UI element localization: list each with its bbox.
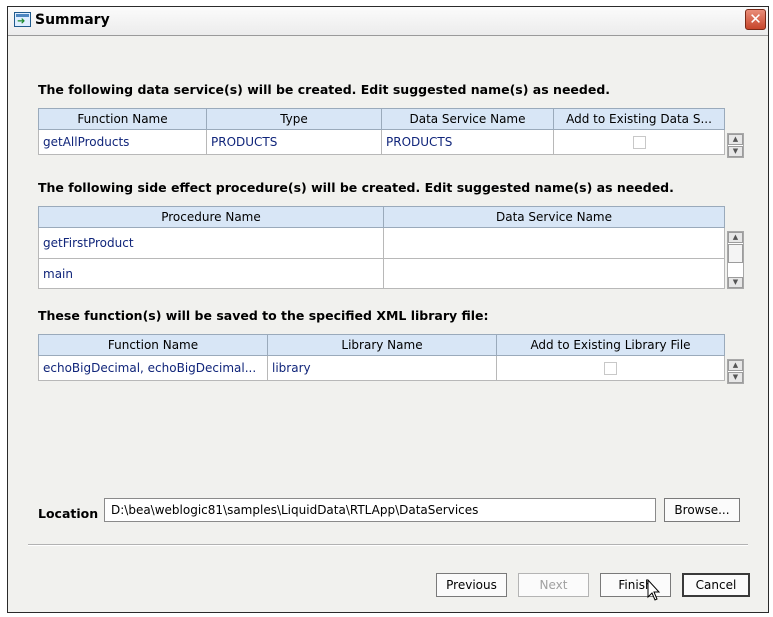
column-header-type[interactable]: Type <box>206 108 382 130</box>
library-heading: These function(s) will be saved to the s… <box>38 308 489 323</box>
cancel-button[interactable]: Cancel <box>682 573 750 597</box>
column-header-function-name[interactable]: Function Name <box>38 108 207 130</box>
library-table: Function Name Library Name Add to Existi… <box>38 334 725 381</box>
add-existing-cell[interactable] <box>553 129 725 155</box>
column-header-add-existing[interactable]: Add to Existing Data S... <box>553 108 725 130</box>
close-button[interactable]: ✕ <box>745 9 766 30</box>
scroll-down-icon[interactable]: ▼ <box>728 277 743 288</box>
procedures-table: Procedure Name Data Service Name getFirs… <box>38 206 725 289</box>
function-name-cell[interactable]: getAllProducts <box>38 129 207 155</box>
column-header-data-service-name[interactable]: Data Service Name <box>381 108 554 130</box>
previous-button[interactable]: Previous <box>436 573 507 597</box>
dialog-title: Summary <box>35 12 110 28</box>
add-existing-library-cell[interactable] <box>496 355 725 381</box>
procedure-name-cell[interactable]: main <box>38 258 384 289</box>
scroll-up-icon[interactable]: ▲ <box>728 232 743 243</box>
scroll-up-icon[interactable]: ▲ <box>728 134 743 145</box>
procedures-heading: The following side effect procedure(s) w… <box>38 180 674 195</box>
title-bar[interactable]: ➜ Summary ✕ <box>8 7 768 36</box>
table-row[interactable]: echoBigDecimal, echoBigDecimal... librar… <box>38 355 725 381</box>
divider <box>28 544 748 546</box>
services-heading: The following data service(s) will be cr… <box>38 82 611 97</box>
type-cell[interactable]: PRODUCTS <box>206 129 382 155</box>
next-button[interactable]: Next <box>518 573 589 597</box>
summary-dialog: ➜ Summary ✕ The following data service(s… <box>7 6 769 613</box>
mouse-pointer-icon <box>647 579 661 601</box>
column-header-procedure-name[interactable]: Procedure Name <box>38 206 384 228</box>
wizard-window-icon: ➜ <box>14 12 31 27</box>
data-service-name-cell[interactable] <box>383 227 725 259</box>
scroll-thumb[interactable] <box>728 244 743 263</box>
scroll-down-icon[interactable]: ▼ <box>728 372 743 383</box>
column-header-function-name[interactable]: Function Name <box>38 334 268 356</box>
add-existing-checkbox[interactable] <box>632 135 646 149</box>
table-row[interactable]: main <box>38 258 725 289</box>
procedure-name-cell[interactable]: getFirstProduct <box>38 227 384 259</box>
library-name-cell[interactable]: library <box>267 355 497 381</box>
column-header-add-existing-library[interactable]: Add to Existing Library File <box>496 334 725 356</box>
library-scrollbar[interactable]: ▲ ▼ <box>727 359 744 384</box>
table-row[interactable]: getFirstProduct <box>38 227 725 259</box>
browse-button[interactable]: Browse... <box>664 498 740 522</box>
data-service-name-cell[interactable] <box>383 258 725 289</box>
function-name-cell[interactable]: echoBigDecimal, echoBigDecimal... <box>38 355 268 381</box>
location-label: Location <box>38 506 99 521</box>
location-input[interactable]: D:\bea\weblogic81\samples\LiquidData\RTL… <box>104 498 656 522</box>
column-header-library-name[interactable]: Library Name <box>267 334 497 356</box>
data-service-name-cell[interactable]: PRODUCTS <box>381 129 554 155</box>
add-existing-library-checkbox[interactable] <box>604 361 617 375</box>
scroll-up-icon[interactable]: ▲ <box>728 360 743 371</box>
scroll-down-icon[interactable]: ▼ <box>728 146 743 157</box>
services-scrollbar[interactable]: ▲ ▼ <box>727 133 744 158</box>
procedures-scrollbar[interactable]: ▲ ▼ <box>727 231 744 289</box>
services-table: Function Name Type Data Service Name Add… <box>38 108 725 155</box>
table-row[interactable]: getAllProducts PRODUCTS PRODUCTS <box>38 129 725 155</box>
column-header-data-service-name[interactable]: Data Service Name <box>383 206 725 228</box>
